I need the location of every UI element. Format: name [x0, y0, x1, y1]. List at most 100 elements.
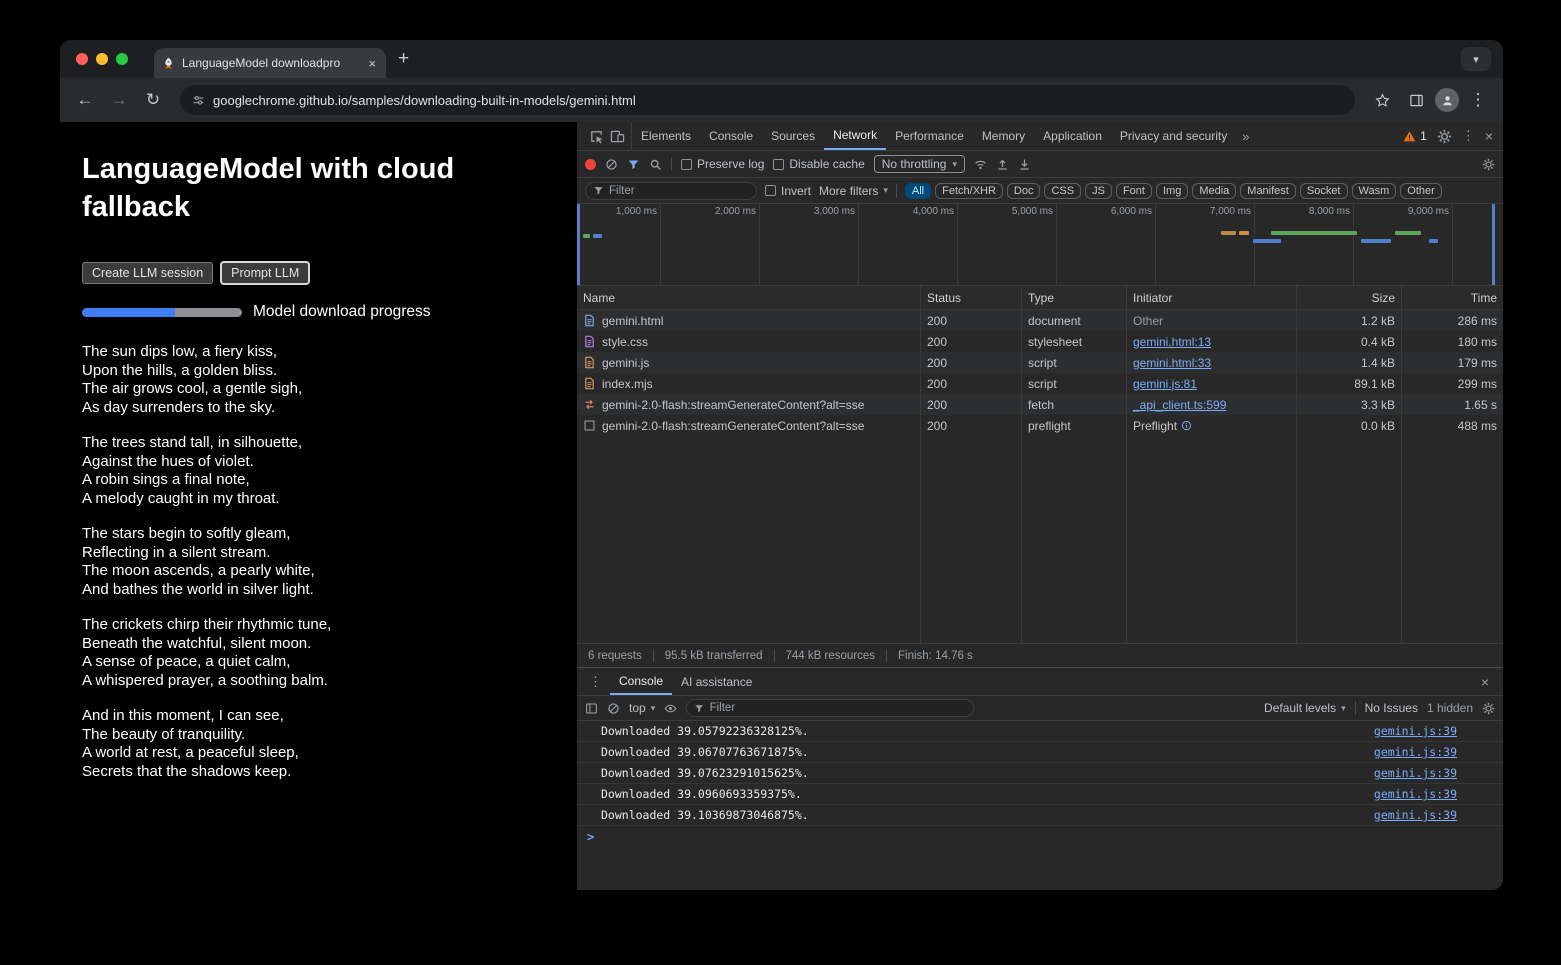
initiator-link[interactable]: gemini.js:81: [1133, 377, 1197, 391]
live-expression-eye-icon[interactable]: [664, 702, 677, 715]
search-icon[interactable]: [649, 158, 662, 171]
tab-memory[interactable]: Memory: [973, 122, 1034, 150]
chip-js[interactable]: JS: [1085, 183, 1112, 199]
table-row[interactable]: gemini.html 200 document Other 1.2 kB 28…: [577, 310, 1503, 331]
filter-text-field[interactable]: [609, 185, 749, 197]
chip-socket[interactable]: Socket: [1300, 183, 1348, 199]
devtools-close-icon[interactable]: ×: [1485, 128, 1493, 144]
chip-wasm[interactable]: Wasm: [1352, 183, 1397, 199]
browser-tab[interactable]: LanguageModel downloadpro ×: [154, 48, 386, 78]
export-har-icon[interactable]: [996, 158, 1009, 171]
network-conditions-icon[interactable]: [974, 158, 987, 171]
create-llm-session-button[interactable]: Create LLM session: [82, 262, 213, 284]
devtools-menu-icon[interactable]: ⋮: [1462, 128, 1475, 144]
chip-doc[interactable]: Doc: [1007, 183, 1041, 199]
filter-toggle-icon[interactable]: [627, 158, 640, 171]
checkbox[interactable]: [773, 159, 784, 170]
table-row[interactable]: gemini-2.0-flash:streamGenerateContent?a…: [577, 415, 1503, 436]
timeline-range-handle-right[interactable]: [1492, 204, 1495, 285]
tab-sources[interactable]: Sources: [762, 122, 824, 150]
checkbox[interactable]: [681, 159, 692, 170]
column-status[interactable]: Status: [921, 286, 1022, 309]
chip-font[interactable]: Font: [1116, 183, 1152, 199]
column-type[interactable]: Type: [1022, 286, 1127, 309]
clear-console-icon[interactable]: [607, 702, 620, 715]
invert-checkbox[interactable]: Invert: [765, 184, 811, 198]
console-filter-input[interactable]: [686, 699, 974, 717]
checkbox[interactable]: [765, 185, 776, 196]
tab-network[interactable]: Network: [824, 122, 886, 150]
tab-performance[interactable]: Performance: [886, 122, 973, 150]
timeline-range-handle-left[interactable]: [577, 204, 580, 285]
chip-other[interactable]: Other: [1400, 183, 1442, 199]
initiator-link[interactable]: _api_client.ts:599: [1133, 398, 1226, 412]
log-levels-select[interactable]: Default levels ▾: [1264, 701, 1346, 715]
tab-search-button[interactable]: ▾: [1461, 47, 1491, 71]
column-time[interactable]: Time: [1402, 286, 1503, 309]
chip-img[interactable]: Img: [1156, 183, 1188, 199]
initiator-link[interactable]: gemini.html:13: [1133, 335, 1211, 349]
log-source-link[interactable]: gemini.js:39: [1374, 766, 1457, 780]
browser-menu-icon[interactable]: ⋮: [1463, 85, 1493, 115]
preflight-info-icon[interactable]: [1181, 420, 1192, 431]
import-har-icon[interactable]: [1018, 158, 1031, 171]
chip-manifest[interactable]: Manifest: [1240, 183, 1296, 199]
log-source-link[interactable]: gemini.js:39: [1374, 808, 1457, 822]
tab-console[interactable]: Console: [700, 122, 762, 150]
device-toolbar-icon[interactable]: [610, 129, 625, 144]
throttling-select[interactable]: No throttling ▾: [874, 155, 965, 173]
execution-context-select[interactable]: top ▾: [629, 701, 655, 715]
chip-fetch-xhr[interactable]: Fetch/XHR: [935, 183, 1003, 199]
initiator-link[interactable]: gemini.html:33: [1133, 356, 1211, 370]
network-settings-icon[interactable]: [1482, 158, 1495, 171]
new-tab-button[interactable]: +: [386, 48, 421, 70]
prompt-llm-button[interactable]: Prompt LLM: [221, 262, 309, 284]
log-source-link[interactable]: gemini.js:39: [1374, 787, 1457, 801]
chip-css[interactable]: CSS: [1044, 183, 1081, 199]
network-filter-input[interactable]: [585, 182, 757, 200]
preserve-log-checkbox[interactable]: Preserve log: [681, 157, 764, 171]
site-settings-icon[interactable]: [192, 94, 205, 107]
tab-application[interactable]: Application: [1034, 122, 1111, 150]
log-source-link[interactable]: gemini.js:39: [1374, 745, 1457, 759]
minimize-window-button[interactable]: [96, 53, 108, 65]
column-name[interactable]: Name: [577, 286, 921, 309]
disable-cache-checkbox[interactable]: Disable cache: [773, 157, 864, 171]
drawer-tab-ai-assistance[interactable]: AI assistance: [672, 668, 761, 695]
drawer-menu-icon[interactable]: ⋮: [581, 668, 610, 695]
chip-all[interactable]: All: [905, 183, 931, 199]
clear-network-icon[interactable]: [605, 158, 618, 171]
table-row[interactable]: style.css 200 stylesheet gemini.html:13 …: [577, 331, 1503, 352]
log-source-link[interactable]: gemini.js:39: [1374, 724, 1457, 738]
console-prompt[interactable]: >: [577, 826, 1503, 847]
bookmark-star-icon[interactable]: [1367, 85, 1397, 115]
reload-icon[interactable]: ↻: [138, 85, 168, 115]
column-size[interactable]: Size: [1297, 286, 1402, 309]
issues-warning[interactable]: 1: [1403, 129, 1427, 143]
tab-privacy-security[interactable]: Privacy and security: [1111, 122, 1236, 150]
table-row[interactable]: gemini-2.0-flash:streamGenerateContent?a…: [577, 394, 1503, 415]
forward-icon[interactable]: →: [104, 85, 134, 115]
more-tabs-icon[interactable]: »: [1236, 122, 1255, 150]
url-bar[interactable]: googlechrome.github.io/samples/downloadi…: [180, 85, 1355, 115]
record-network-icon[interactable]: [585, 159, 596, 170]
devtools-settings-icon[interactable]: [1437, 129, 1452, 144]
side-panel-icon[interactable]: [1401, 85, 1431, 115]
issues-status[interactable]: No Issues: [1365, 701, 1418, 715]
drawer-close-icon[interactable]: ×: [1471, 668, 1499, 695]
back-icon[interactable]: ←: [70, 85, 100, 115]
inspect-element-icon[interactable]: [589, 129, 604, 144]
close-window-button[interactable]: [76, 53, 88, 65]
chip-media[interactable]: Media: [1192, 183, 1236, 199]
more-filters-dropdown[interactable]: More filters ▾: [819, 184, 888, 198]
console-settings-icon[interactable]: [1482, 702, 1495, 715]
drawer-tab-console[interactable]: Console: [610, 668, 672, 695]
table-row[interactable]: index.mjs 200 script gemini.js:81 89.1 k…: [577, 373, 1503, 394]
tab-close-icon[interactable]: ×: [366, 56, 378, 71]
console-filter-field[interactable]: [710, 702, 967, 714]
table-row[interactable]: gemini.js 200 script gemini.html:33 1.4 …: [577, 352, 1503, 373]
column-initiator[interactable]: Initiator: [1127, 286, 1297, 309]
hidden-messages-count[interactable]: 1 hidden: [1427, 701, 1473, 715]
profile-avatar[interactable]: [1435, 88, 1459, 112]
maximize-window-button[interactable]: [116, 53, 128, 65]
